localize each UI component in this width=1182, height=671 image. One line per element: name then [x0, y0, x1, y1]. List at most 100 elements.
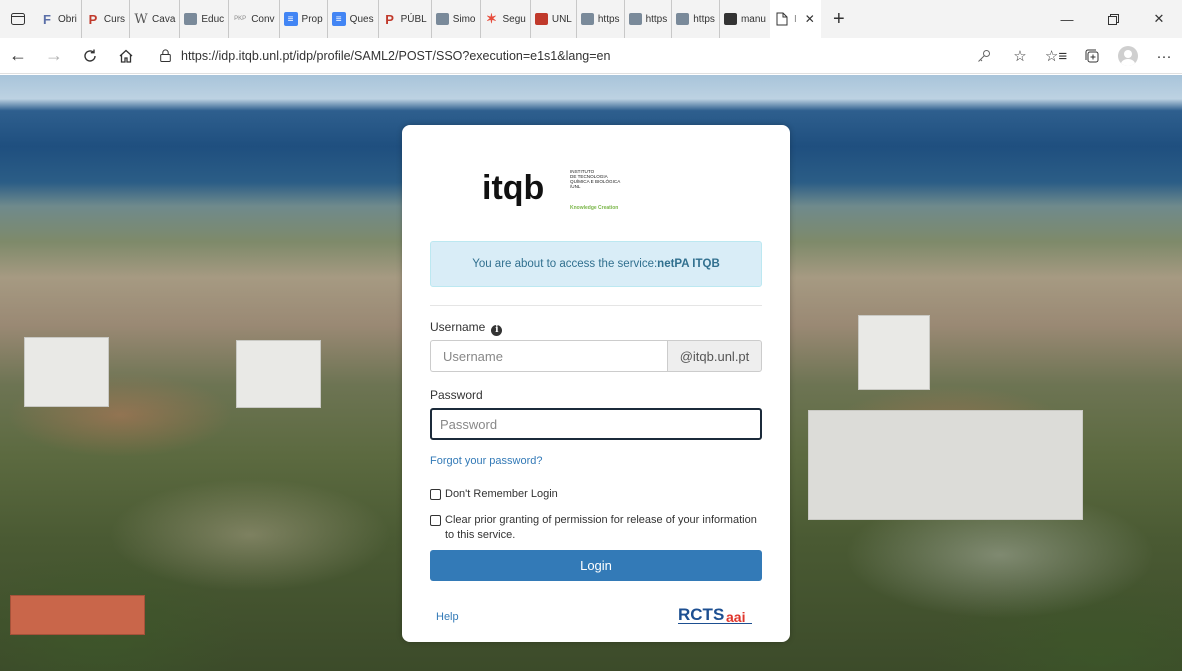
logo-brand: itqb [482, 169, 544, 207]
tab-label: https [693, 13, 715, 25]
lock-icon [160, 49, 171, 62]
background-building [236, 340, 321, 408]
refresh-icon [84, 49, 96, 62]
collections-icon [1085, 49, 1098, 62]
tab-item[interactable]: W Cava [130, 0, 181, 38]
toolbar-right: ☆ ☆≡ ··· [966, 38, 1182, 74]
tab-actions-button[interactable] [0, 0, 36, 38]
tab-item[interactable]: Simo [432, 0, 481, 38]
browser-tab-strip: F Obri P Curs W Cava Educ PKP Conv ≡ Prop ≡ Ques P PÚB… [0, 0, 1182, 38]
help-link[interactable]: Help [436, 611, 459, 623]
tab-item[interactable]: ≡ Prop [280, 0, 328, 38]
tab-label: PÚBL [400, 13, 427, 25]
grid-icon [628, 13, 642, 25]
dont-remember-checkbox-row[interactable]: Don't Remember Login [430, 487, 770, 502]
key-icon [978, 50, 990, 62]
rcts-logo-main: RCTS [678, 605, 724, 624]
star-plus-icon: ☆ [1013, 48, 1027, 65]
tab-item[interactable]: P Curs [82, 0, 131, 38]
tab-label: https [597, 13, 620, 25]
favorites-icon: ☆≡ [1044, 48, 1068, 65]
tab-list: F Obri P Curs W Cava Educ PKP Conv ≡ Prop ≡ Ques P PÚB… [36, 0, 770, 38]
username-input[interactable] [430, 340, 667, 372]
divider [430, 305, 762, 306]
password-key-button[interactable] [966, 38, 1002, 74]
username-label-text: Username [430, 320, 486, 334]
tab-label: https [645, 13, 668, 25]
background-building [10, 595, 145, 635]
add-favorite-button[interactable]: ☆ [1002, 38, 1038, 74]
restore-button[interactable] [1090, 0, 1136, 38]
background-building [24, 337, 109, 407]
tab-item[interactable]: https [625, 0, 673, 38]
tab-item[interactable]: https [577, 0, 625, 38]
address-bar: ← → https://idp.itqb.unl.pt/idp/profile/… [0, 38, 1182, 74]
f-icon: F [43, 11, 51, 27]
tab-item[interactable]: UNL [531, 0, 577, 38]
forgot-password-link[interactable]: Forgot your password? [430, 455, 543, 467]
background-building [858, 315, 930, 390]
itqb-logo: itqb INSTITUTO DE TECNOLOGIA QUÍMICA E B… [482, 169, 621, 211]
tab-label: Conv [251, 13, 275, 25]
service-name: netPA ITQB [657, 258, 720, 270]
refresh-button[interactable] [72, 38, 108, 74]
restore-icon [1107, 13, 1119, 25]
new-tab-button[interactable]: + [821, 0, 857, 38]
close-window-button[interactable]: ✕ [1136, 0, 1182, 38]
forward-button[interactable]: → [36, 38, 72, 74]
clear-consent-checkbox[interactable] [430, 515, 441, 526]
collections-button[interactable] [1074, 38, 1110, 74]
window-controls: — ✕ [1044, 0, 1182, 38]
grid-icon [184, 13, 198, 25]
tab-item[interactable]: ✶ Segu [481, 0, 531, 38]
username-domain-suffix: @itqb.unl.pt [667, 340, 762, 372]
minimize-icon: — [1060, 11, 1074, 27]
arrow-left-icon: ← [9, 45, 27, 65]
more-button[interactable]: ··· [1146, 38, 1182, 74]
tab-item[interactable]: Educ [180, 0, 230, 38]
close-tab-icon[interactable]: ✕ [805, 12, 815, 26]
tab-label: Prop [301, 13, 323, 25]
tab-label: Obri [58, 13, 77, 25]
back-button[interactable]: ← [0, 38, 36, 74]
active-tab[interactable]: I ✕ [769, 0, 821, 38]
p-icon: P [385, 11, 394, 27]
doc-icon: ≡ [283, 12, 298, 26]
tab-item[interactable]: https [672, 0, 720, 38]
favorites-button[interactable]: ☆≡ [1038, 38, 1074, 74]
service-notice: You are about to access the service: netP… [430, 241, 762, 287]
grid-icon [435, 13, 449, 25]
profile-button[interactable] [1110, 38, 1146, 74]
login-button[interactable]: Login [430, 550, 762, 581]
url-field[interactable]: https://idp.itqb.unl.pt/idp/profile/SAML… [152, 42, 922, 70]
dont-remember-checkbox[interactable] [430, 489, 441, 500]
tab-item[interactable]: ≡ Ques [328, 0, 379, 38]
rcts-logo-suffix: aai [726, 609, 745, 625]
info-icon[interactable]: i [491, 324, 503, 336]
page-icon [776, 12, 788, 26]
logo-line4: /UNL [570, 184, 581, 189]
dont-remember-label: Don't Remember Login [445, 488, 558, 500]
tab-label: UNL [551, 13, 572, 25]
logo-tagline: Knowledge Creation [570, 205, 618, 211]
pkp-icon: PKP [234, 16, 247, 22]
login-card: itqb INSTITUTO DE TECNOLOGIA QUÍMICA E B… [402, 125, 790, 642]
password-input[interactable] [430, 408, 762, 440]
star-icon: ✶ [486, 11, 497, 26]
p-icon: P [88, 11, 98, 27]
minimize-button[interactable]: — [1044, 0, 1090, 38]
tab-item[interactable]: P PÚBL [379, 0, 432, 38]
tab-label: manu [740, 13, 766, 25]
grid-icon [580, 13, 594, 25]
avatar [1118, 46, 1138, 66]
tab-label: Segu [502, 13, 526, 25]
rcts-aai-logo: RCTS aai [678, 605, 752, 625]
tab-item[interactable]: F Obri [36, 0, 82, 38]
arrow-right-icon: → [45, 45, 63, 65]
tab-label: Educ [201, 13, 225, 25]
tab-item[interactable]: PKP Conv [229, 0, 280, 38]
home-button[interactable] [108, 38, 144, 74]
clear-consent-checkbox-row[interactable]: Clear prior granting of permission for r… [430, 513, 766, 543]
tab-item[interactable]: manu [720, 0, 770, 38]
url-text: https://idp.itqb.unl.pt/idp/profile/SAML… [181, 48, 611, 63]
